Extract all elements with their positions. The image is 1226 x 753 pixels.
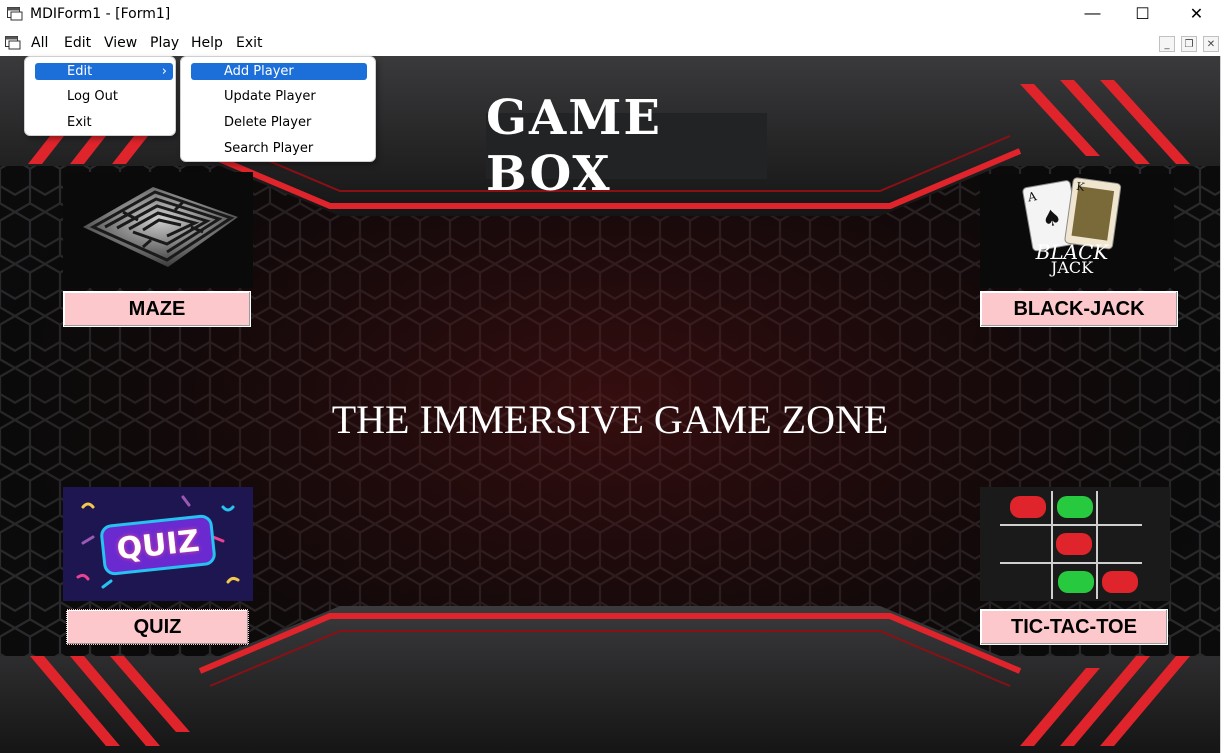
submenu-arrow-icon: › [161,64,167,79]
window-title: MDIForm1 - [Form1] [30,6,171,22]
menu-exit[interactable]: Exit [236,35,263,51]
quiz-button-label: QUIZ [133,615,182,638]
maze-icon [83,187,238,267]
menu-all[interactable]: All [31,35,48,51]
tictactoe-button-label: TIC-TAC-TOE [1011,615,1137,638]
maze-button[interactable]: MAZE [63,291,251,327]
edit-submenu-dropdown: Add Player Update Player Delete Player S… [180,56,376,162]
mdi-window: MDIForm1 - [Form1] — ☐ ✕ All Edit View P… [0,0,1226,753]
game-box-heading: GAME BOX [486,90,767,202]
child-restore-button[interactable]: ❐ [1181,36,1197,52]
quiz-button[interactable]: QUIZ [66,609,249,645]
title-bar: MDIForm1 - [Form1] — ☐ ✕ [0,0,1226,30]
blackjack-button[interactable]: BLACK-JACK [980,291,1178,327]
close-button[interactable]: ✕ [1170,0,1223,28]
maze-button-label: MAZE [128,297,186,320]
minimize-icon: _ [1164,38,1170,50]
tagline: THE IMMERSIVE GAME ZONE [331,397,889,442]
right-edge [1220,56,1226,753]
menu-item-delete-player[interactable]: Delete Player [224,114,311,131]
blackjack-logo-line2: JACK [1050,258,1094,277]
menu-help[interactable]: Help [191,35,223,51]
menu-bar: All Edit View Play Help Exit [0,30,1226,56]
menu-item-logout[interactable]: Log Out [67,88,118,105]
menu-item-edit[interactable]: Edit › [35,63,173,80]
menu-item-update-player[interactable]: Update Player [224,88,316,105]
maximize-button[interactable]: ☐ [1116,0,1169,28]
child-form-icon[interactable] [5,36,21,50]
minimize-button[interactable]: — [1066,0,1119,28]
child-close-button[interactable]: ✕ [1203,36,1219,52]
menu-play[interactable]: Play [150,35,179,51]
close-icon: ✕ [1189,6,1204,23]
menu-edit[interactable]: Edit [64,35,91,51]
menu-item-exit[interactable]: Exit [67,114,92,131]
minimize-icon: — [1084,5,1101,22]
app-icon [7,7,23,21]
blackjack-button-label: BLACK-JACK [1013,297,1145,320]
menu-item-edit-label: Edit [67,64,93,79]
menu-item-search-player[interactable]: Search Player [224,140,313,157]
tictactoe-image[interactable] [980,487,1170,601]
maze-image[interactable] [63,172,253,288]
menu-view[interactable]: View [104,35,137,51]
maximize-icon: ☐ [1135,6,1150,23]
tictactoe-button[interactable]: TIC-TAC-TOE [980,609,1168,645]
menu-item-add-player[interactable]: Add Player [191,63,367,80]
child-minimize-button[interactable]: _ [1159,36,1175,52]
close-icon: ✕ [1206,38,1216,50]
blackjack-image[interactable]: A ♠ K BLACK JACK [980,174,1174,288]
quiz-image[interactable]: QUIZ [63,487,253,601]
blackjack-logo: BLACK JACK [1012,242,1132,277]
tictactoe-board-icon [1000,491,1142,599]
all-menu-dropdown: Edit › Log Out Exit [24,56,176,136]
restore-icon: ❐ [1184,38,1194,50]
